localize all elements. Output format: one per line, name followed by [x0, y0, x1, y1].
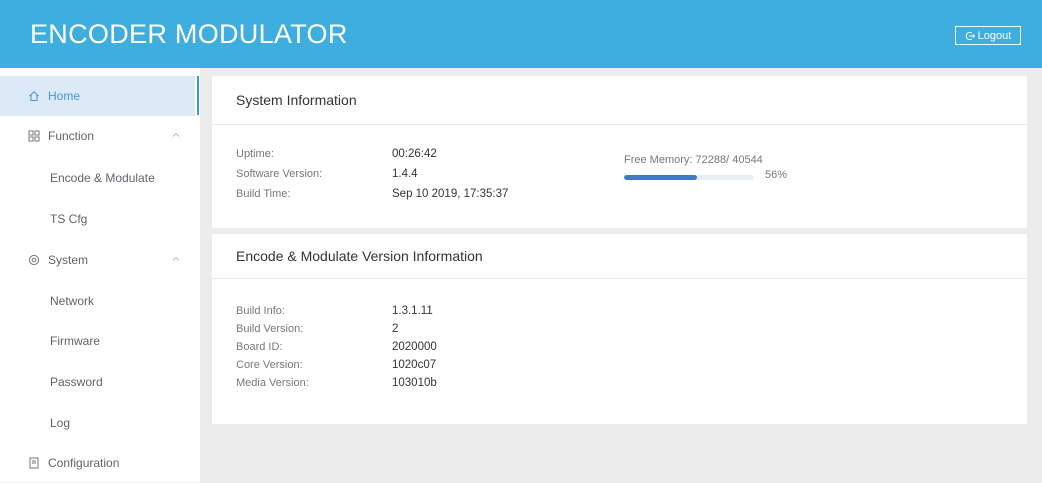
sidebar-item-label: Configuration: [48, 456, 120, 470]
grid-icon: [28, 130, 40, 142]
sidebar-item-configuration[interactable]: Configuration: [0, 443, 195, 483]
software-version-value: 1.4.4: [392, 168, 418, 180]
memory-progress-bar: [624, 175, 754, 180]
build-version-value: 2: [392, 323, 399, 335]
sidebar-item-ts-cfg[interactable]: TS Cfg: [0, 199, 195, 239]
sidebar-item-label: System: [48, 253, 89, 267]
sidebar-item-label: Log: [50, 416, 71, 430]
logout-label: Logout: [977, 29, 1012, 42]
sidebar-item-label: Function: [48, 129, 95, 143]
logout-icon: [965, 31, 975, 40]
version-info-panel: Encode & Modulate Version Information Bu…: [212, 234, 1027, 424]
active-indicator: [197, 76, 199, 115]
build-info-label: Build Info:: [236, 305, 285, 317]
sidebar-item-system[interactable]: System: [0, 240, 195, 280]
home-icon: [28, 90, 40, 102]
app-header: ENCODER MODULATOR Logout: [0, 0, 1042, 68]
sidebar-item-function[interactable]: Function: [0, 116, 195, 156]
media-version-value: 103010b: [392, 377, 437, 389]
logout-button[interactable]: Logout: [955, 26, 1021, 45]
board-id-label: Board ID:: [236, 341, 283, 353]
app-title: ENCODER MODULATOR: [30, 19, 348, 49]
sidebar-item-label: Firmware: [50, 334, 100, 348]
system-info-panel: System Information Uptime: 00:26:42 Soft…: [212, 76, 1027, 228]
memory-percent: 56%: [765, 169, 788, 181]
sidebar-item-firmware[interactable]: Firmware: [0, 321, 195, 361]
document-icon: [28, 457, 40, 469]
free-memory-label: Free Memory: 72288/ 40544: [624, 154, 763, 166]
sidebar-item-network[interactable]: Network: [0, 281, 195, 321]
build-version-label: Build Version:: [236, 323, 304, 335]
sidebar-item-encode-modulate[interactable]: Encode & Modulate: [0, 158, 195, 198]
sidebar-item-log[interactable]: Log: [0, 403, 195, 443]
core-version-value: 1020c07: [392, 359, 437, 371]
software-version-label: Software Version:: [236, 168, 323, 180]
sidebar-item-label: Home: [48, 89, 81, 103]
sidebar-item-label: TS Cfg: [50, 212, 88, 226]
memory-progress-fill: [624, 175, 697, 180]
build-time-value: Sep 10 2019, 17:35:37: [392, 188, 509, 200]
media-version-label: Media Version:: [236, 377, 309, 389]
uptime-value: 00:26:42: [392, 148, 437, 160]
panel-title: Encode & Modulate Version Information: [212, 234, 1027, 279]
sidebar-item-home[interactable]: Home: [0, 76, 195, 116]
core-version-label: Core Version:: [236, 359, 303, 371]
sidebar-item-label: Password: [50, 375, 103, 389]
sidebar-item-label: Network: [50, 294, 95, 308]
build-time-label: Build Time:: [236, 188, 291, 200]
uptime-label: Uptime:: [236, 148, 274, 160]
chevron-up-icon: [172, 132, 180, 137]
sidebar-item-label: Encode & Modulate: [50, 171, 155, 185]
build-info-value: 1.3.1.11: [392, 305, 433, 317]
panel-title: System Information: [212, 76, 1027, 125]
board-id-value: 2020000: [392, 341, 437, 353]
sidebar-item-password[interactable]: Password: [0, 362, 195, 402]
settings-icon: [28, 254, 40, 266]
chevron-up-icon: [172, 256, 180, 261]
